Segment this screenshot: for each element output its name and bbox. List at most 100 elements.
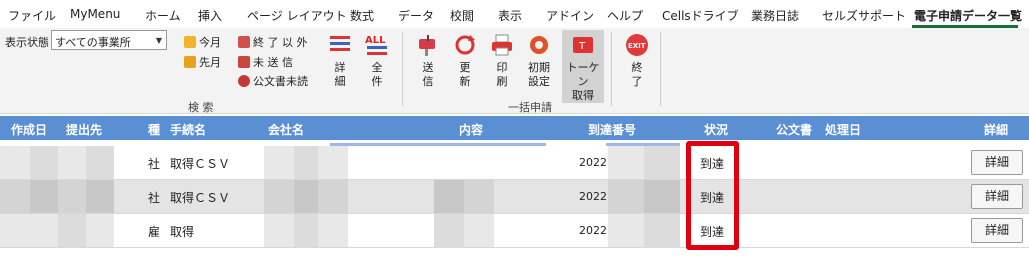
search-group-label: 検 索 xyxy=(188,101,214,114)
group-divider xyxy=(660,32,661,106)
menu-work-diary[interactable]: 業務日誌 xyxy=(751,7,799,24)
ribbon: 表示状態 すべての事業所 ▼ 今月 先月 終 了 以 外 未 送 信 公文書未読… xyxy=(0,28,1029,114)
redacted-cell xyxy=(294,146,318,179)
detail-button[interactable]: 詳細 xyxy=(971,150,1023,175)
col-arrival-no[interactable]: 到達番号 xyxy=(588,121,636,138)
table-row[interactable]: 社 取得ＣＳＶ 2022 到達 詳細 xyxy=(0,146,1029,180)
redacted-cell xyxy=(464,214,494,247)
redacted-cell xyxy=(264,146,294,179)
table-header: 作成日 提出先 種 手続名 会社名 内容 到達番号 状況 公文書 処理日 詳細 xyxy=(0,116,1029,140)
menu-mymenu[interactable]: MyMenu xyxy=(70,7,120,21)
batch-group-label: 一括申請 xyxy=(508,101,552,114)
col-process-date[interactable]: 処理日 xyxy=(825,121,861,138)
menu-home[interactable]: ホーム xyxy=(145,7,181,24)
cell-kind: 社 xyxy=(148,157,161,171)
display-state-label: 表示状態 xyxy=(5,36,49,49)
redacted-cell xyxy=(644,146,680,179)
redacted-cell xyxy=(608,146,644,179)
redacted-cell xyxy=(0,214,30,247)
menu-help[interactable]: ヘルプ xyxy=(607,7,643,24)
not-finished-button[interactable]: 終 了 以 外 xyxy=(238,34,308,50)
menu-bar: ファイル MyMenu ホーム 挿入 ページ レイアウト 数式 データ 校閲 表… xyxy=(0,0,1029,28)
redacted-cell xyxy=(644,180,680,213)
group-divider xyxy=(611,32,612,106)
all-search-button[interactable]: ALL 全 件 xyxy=(359,30,395,89)
redacted-cell xyxy=(434,180,464,213)
col-kind[interactable]: 種 xyxy=(148,121,160,138)
token-acquire-button[interactable]: T トーケン 取得 xyxy=(562,30,604,103)
col-status[interactable]: 状況 xyxy=(704,121,728,138)
redacted-cell xyxy=(464,180,494,213)
col-detail[interactable]: 詳細 xyxy=(984,121,1008,138)
all-icon: ALL xyxy=(364,32,390,58)
list-icon xyxy=(327,32,353,58)
cell-procedure: 取得ＣＳＶ xyxy=(170,157,231,171)
menu-insert[interactable]: 挿入 xyxy=(198,7,222,24)
redacted-cell xyxy=(318,180,348,213)
redacted-cell xyxy=(30,214,58,247)
unsent-icon xyxy=(238,56,250,68)
this-month-button[interactable]: 今月 xyxy=(184,34,221,50)
svg-text:ALL: ALL xyxy=(365,35,386,46)
menu-file[interactable]: ファイル xyxy=(8,7,56,24)
last-month-button[interactable]: 先月 xyxy=(184,54,221,70)
group-divider xyxy=(402,32,403,106)
exit-button[interactable]: EXIT 終 了 xyxy=(619,30,655,89)
menu-view[interactable]: 表示 xyxy=(498,7,522,24)
menu-e-application-list[interactable]: 電子申請データ一覧 xyxy=(914,7,1022,24)
redacted-cell xyxy=(294,180,318,213)
redacted-cell xyxy=(608,180,644,213)
col-created[interactable]: 作成日 xyxy=(11,121,47,138)
token-icon: T xyxy=(570,32,596,58)
col-official-doc[interactable]: 公文書 xyxy=(776,121,812,138)
redacted-cell xyxy=(608,214,644,247)
display-state-select[interactable]: すべての事業所 ▼ xyxy=(51,30,167,50)
menu-review[interactable]: 校閲 xyxy=(450,7,474,24)
svg-text:EXIT: EXIT xyxy=(628,42,646,50)
print-button[interactable]: 印 刷 xyxy=(484,30,520,89)
redacted-cell xyxy=(0,180,30,213)
send-button[interactable]: 送 信 xyxy=(410,30,446,89)
menu-formulas[interactable]: 数式 xyxy=(350,7,374,24)
col-procedure[interactable]: 手続名 xyxy=(170,121,206,138)
col-company[interactable]: 会社名 xyxy=(268,121,304,138)
chevron-down-icon: ▼ xyxy=(155,36,163,45)
table-row[interactable]: 雇 取得 2022 到達 詳細 xyxy=(0,214,1029,248)
redacted-cell xyxy=(294,214,318,247)
unsent-button[interactable]: 未 送 信 xyxy=(238,54,293,70)
menu-cells-drive[interactable]: Cellsドライブ xyxy=(662,7,739,24)
initial-settings-button[interactable]: 初期 設定 xyxy=(521,30,557,89)
menu-page-layout[interactable]: ページ レイアウト xyxy=(247,7,347,24)
svg-text:T: T xyxy=(578,41,586,52)
redacted-cell xyxy=(264,214,294,247)
update-button[interactable]: 更 新 xyxy=(447,30,483,89)
redacted-cell xyxy=(58,180,86,213)
redacted-cell xyxy=(86,180,114,213)
gear-icon xyxy=(526,32,552,58)
menu-data[interactable]: データ xyxy=(398,7,434,24)
menu-addins[interactable]: アドイン xyxy=(546,7,594,24)
display-state-value: すべての事業所 xyxy=(55,36,131,49)
col-content[interactable]: 内容 xyxy=(459,121,483,138)
detail-button[interactable]: 詳細 xyxy=(971,184,1023,209)
redacted-cell xyxy=(30,146,58,179)
col-submit-to[interactable]: 提出先 xyxy=(66,121,102,138)
cell-kind: 社 xyxy=(148,191,161,205)
redacted-cell xyxy=(86,214,114,247)
detail-search-button[interactable]: 詳 細 xyxy=(322,30,358,89)
menu-cells-support[interactable]: セルズサポート xyxy=(822,7,906,24)
cell-arrival-no: 2022 xyxy=(579,156,607,169)
redacted-cell xyxy=(318,146,348,179)
redacted-cell xyxy=(318,214,348,247)
refresh-icon xyxy=(452,32,478,58)
redacted-cell xyxy=(644,214,680,247)
cell-procedure: 取得ＣＳＶ xyxy=(170,191,231,205)
filter-icon xyxy=(238,36,250,48)
table-row[interactable]: 社 取得ＣＳＶ 2022 到達 詳細 xyxy=(0,180,1029,214)
redacted-cell xyxy=(86,146,114,179)
cell-arrival-no: 2022 xyxy=(579,224,607,237)
redacted-cell xyxy=(30,180,58,213)
detail-button[interactable]: 詳細 xyxy=(971,218,1023,243)
status-highlight-box xyxy=(686,141,739,250)
official-unread-button[interactable]: 公文書未読 xyxy=(238,73,308,89)
